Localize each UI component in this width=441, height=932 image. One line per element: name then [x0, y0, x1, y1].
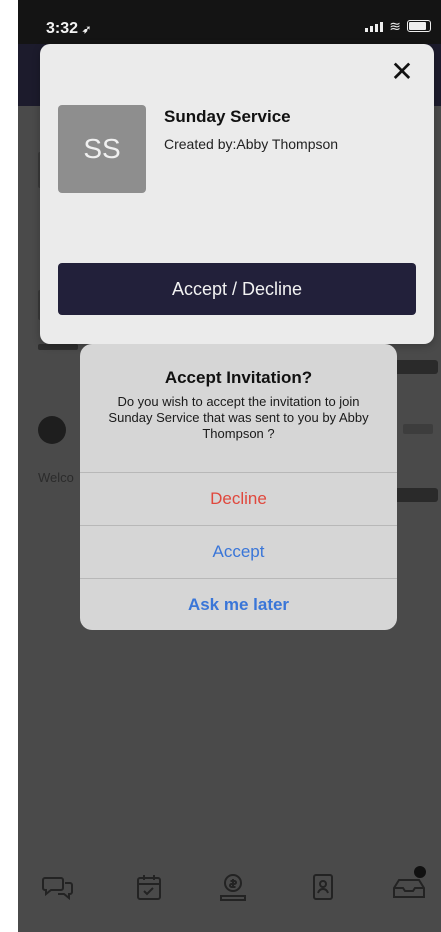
- close-icon[interactable]: ✕: [390, 58, 414, 86]
- group-creator: Created by:Abby Thompson: [164, 136, 339, 152]
- chat-icon[interactable]: [42, 872, 73, 902]
- avatar-initials: SS: [83, 133, 121, 164]
- group-title: Sunday Service: [164, 107, 291, 126]
- signal-icon: [365, 21, 384, 32]
- background-avatar: [38, 416, 66, 444]
- accept-invitation-alert: Accept Invitation? Do you wish to accept…: [80, 344, 397, 630]
- alert-header: Accept Invitation? Do you wish to accept…: [80, 344, 397, 472]
- background-chip: [394, 488, 438, 502]
- calendar-icon[interactable]: [134, 872, 164, 902]
- ask-me-later-button[interactable]: Ask me later: [80, 578, 397, 630]
- group-invite-card: ✕ SS Sunday Service Created by:Abby Thom…: [40, 44, 434, 344]
- inbox-icon[interactable]: [392, 866, 426, 902]
- location-icon: ➶: [82, 24, 92, 36]
- alert-message: Do you wish to accept the invitation to …: [108, 394, 369, 441]
- decline-button[interactable]: Decline: [80, 472, 397, 525]
- background-chip: [394, 360, 438, 374]
- accept-button[interactable]: Accept: [80, 525, 397, 578]
- background-item: [38, 344, 78, 350]
- alert-title: Accept Invitation?: [164, 368, 313, 387]
- wifi-icon: ≋: [389, 18, 401, 34]
- notification-badge: [414, 866, 426, 878]
- accept-decline-button[interactable]: Accept / Decline: [58, 263, 416, 315]
- donate-icon[interactable]: [218, 872, 248, 902]
- status-icons: ≋: [365, 18, 431, 34]
- app-screen: 3:32 ➶ ≋ Welco ✕ SS Sunday Service Create…: [18, 0, 441, 932]
- tab-bar: [18, 856, 441, 916]
- contacts-icon[interactable]: [308, 872, 338, 902]
- background-text: Welco: [38, 470, 74, 485]
- background-item: [403, 424, 433, 434]
- status-bar: 3:32 ➶ ≋: [18, 0, 441, 44]
- battery-icon: [407, 20, 431, 32]
- status-time: 3:32 ➶: [46, 20, 92, 37]
- group-avatar: SS: [58, 105, 146, 193]
